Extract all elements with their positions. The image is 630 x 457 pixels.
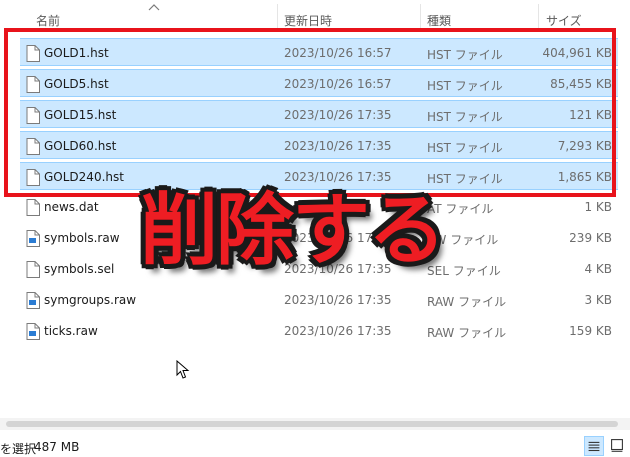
document-icon	[26, 45, 40, 62]
selection-size: 487 MB	[34, 440, 80, 454]
file-row[interactable]: GOLD60.hst 2023/10/26 17:35 HST ファイル 7,2…	[20, 131, 618, 159]
document-icon	[26, 138, 40, 155]
file-date: 2023/10/26 17:35	[284, 139, 392, 153]
column-header-name[interactable]: 名前	[36, 12, 60, 29]
file-name: symbols.raw	[44, 231, 120, 245]
file-name: GOLD5.hst	[44, 77, 109, 91]
file-name: ticks.raw	[44, 324, 98, 338]
column-header-type[interactable]: 種類	[427, 12, 451, 29]
file-type: HST ファイル	[427, 79, 503, 93]
raw-file-icon	[26, 292, 40, 309]
document-icon	[26, 169, 40, 186]
document-icon	[26, 199, 40, 216]
sort-up-icon	[148, 4, 160, 11]
scrollbar-thumb[interactable]	[6, 421, 618, 427]
file-size: 159 KB	[569, 324, 612, 338]
file-type: HST ファイル	[427, 48, 503, 62]
file-size: 3 KB	[584, 293, 612, 307]
file-size: 121 KB	[569, 108, 612, 122]
tiles-view-button[interactable]	[608, 436, 628, 456]
column-divider[interactable]	[538, 4, 539, 28]
file-date: 2023/10/26 16:57	[284, 77, 392, 91]
document-icon	[26, 107, 40, 124]
raw-file-icon	[26, 323, 40, 340]
file-date: 2023/10/26 17:35	[284, 293, 392, 307]
file-name: symbols.sel	[44, 262, 115, 276]
file-row[interactable]: ticks.raw 2023/10/26 17:35 RAW ファイル 159 …	[20, 317, 618, 345]
details-view-button[interactable]	[584, 436, 604, 456]
file-size: 1 KB	[584, 200, 612, 214]
file-size: 1,865 KB	[557, 170, 612, 184]
file-name: GOLD60.hst	[44, 139, 117, 153]
status-bar: を選択 487 MB	[0, 432, 630, 457]
file-size: 239 KB	[569, 231, 612, 245]
file-size: 7,293 KB	[557, 139, 612, 153]
column-header-date[interactable]: 更新日時	[284, 12, 332, 29]
column-header-size[interactable]: サイズ	[546, 12, 582, 29]
file-type: RAW ファイル	[427, 295, 507, 309]
document-icon	[26, 76, 40, 93]
column-header: 名前 更新日時 種類 サイズ	[0, 0, 630, 28]
file-date: 2023/10/26 16:57	[284, 46, 392, 60]
column-divider[interactable]	[277, 4, 278, 28]
file-row[interactable]: GOLD15.hst 2023/10/26 17:35 HST ファイル 121…	[20, 100, 618, 128]
document-icon	[26, 261, 40, 278]
file-row[interactable]: GOLD5.hst 2023/10/26 16:57 HST ファイル 85,4…	[20, 69, 618, 97]
file-name: GOLD240.hst	[44, 170, 124, 184]
file-name: symgroups.raw	[44, 293, 137, 307]
file-row[interactable]: symgroups.raw 2023/10/26 17:35 RAW ファイル …	[20, 286, 618, 314]
mouse-cursor-icon	[176, 360, 190, 379]
file-size: 404,961 KB	[542, 46, 612, 60]
tiles-view-icon	[611, 439, 623, 452]
horizontal-scrollbar[interactable]	[0, 418, 630, 430]
file-row[interactable]: GOLD1.hst 2023/10/26 16:57 HST ファイル 404,…	[20, 38, 618, 66]
column-divider[interactable]	[420, 4, 421, 28]
file-name: GOLD1.hst	[44, 46, 109, 60]
file-size: 4 KB	[584, 262, 612, 276]
file-size: 85,455 KB	[550, 77, 612, 91]
file-type: HST ファイル	[427, 110, 503, 124]
file-type: HST ファイル	[427, 141, 503, 155]
delete-annotation: 削除する	[140, 186, 446, 276]
file-type: RAW ファイル	[427, 326, 507, 340]
details-view-icon	[588, 441, 600, 452]
raw-file-icon	[26, 230, 40, 247]
file-date: 2023/10/26 17:35	[284, 324, 392, 338]
file-name: news.dat	[44, 200, 99, 214]
selection-status: を選択	[0, 442, 37, 456]
file-name: GOLD15.hst	[44, 108, 117, 122]
file-date: 2023/10/26 17:35	[284, 108, 392, 122]
